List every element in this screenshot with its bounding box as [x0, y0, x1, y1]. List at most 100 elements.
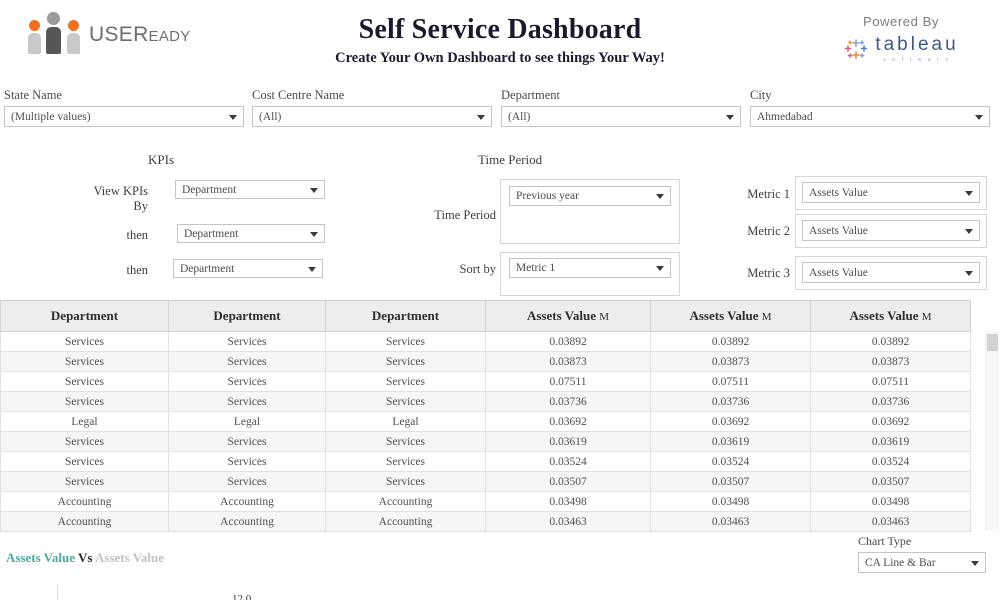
- tableau-software-label: s o f t w a r e: [883, 57, 951, 63]
- table-cell[interactable]: 0.03463: [485, 511, 651, 532]
- tableau-logo: tableau s o f t w a r e: [816, 34, 986, 63]
- table-cell[interactable]: 0.03498: [810, 491, 971, 512]
- table-row[interactable]: Services Services Services 0.03619 0.03619 0.…: [0, 431, 971, 452]
- table-cell[interactable]: 0.07511: [485, 371, 651, 392]
- table-cell[interactable]: Services: [325, 451, 486, 472]
- table-cell[interactable]: Services: [0, 391, 169, 412]
- table-cell[interactable]: Services: [168, 391, 326, 412]
- table-cell[interactable]: 0.03507: [485, 471, 651, 492]
- metric-2-select[interactable]: Assets Value: [802, 220, 980, 241]
- table-cell[interactable]: 0.03498: [485, 491, 651, 512]
- table-cell[interactable]: 0.03873: [485, 351, 651, 372]
- table-cell[interactable]: 0.03892: [485, 331, 651, 352]
- table-cell[interactable]: Accounting: [168, 491, 326, 512]
- table-header-cell[interactable]: Assets Value M: [650, 300, 811, 332]
- kpis-then-1-select[interactable]: Department: [177, 224, 325, 243]
- table-cell[interactable]: Services: [168, 351, 326, 372]
- table-cell[interactable]: 0.03619: [650, 431, 811, 452]
- table-row[interactable]: Accounting Accounting Accounting 0.03463 0.0…: [0, 511, 971, 532]
- table-cell[interactable]: Services: [325, 351, 486, 372]
- table-cell[interactable]: 0.03524: [810, 451, 971, 472]
- metric-3-select[interactable]: Assets Value: [802, 262, 980, 283]
- table-header-cell[interactable]: Assets Value M: [485, 300, 651, 332]
- table-cell[interactable]: Services: [325, 471, 486, 492]
- table-cell[interactable]: 0.03524: [650, 451, 811, 472]
- table-cell[interactable]: Services: [0, 471, 169, 492]
- table-cell[interactable]: Services: [0, 371, 169, 392]
- table-header-cell[interactable]: Assets Value M: [810, 300, 971, 332]
- table-cell[interactable]: Services: [325, 331, 486, 352]
- chart-metric-right: Assets Value: [95, 550, 165, 565]
- filter-city-select[interactable]: Ahmedabad: [750, 106, 990, 127]
- table-cell[interactable]: 0.03507: [650, 471, 811, 492]
- table-cell[interactable]: Accounting: [0, 511, 169, 532]
- table-cell[interactable]: 0.03619: [810, 431, 971, 452]
- kpis-then-2-select[interactable]: Department: [173, 259, 323, 278]
- table-header-cell[interactable]: Department: [168, 300, 326, 332]
- filter-cost-centre-name-select[interactable]: (All): [252, 106, 492, 127]
- table-cell[interactable]: Services: [0, 351, 169, 372]
- table-cell[interactable]: Services: [168, 371, 326, 392]
- table-cell[interactable]: 0.03736: [485, 391, 651, 412]
- time-period-section-title: Time Period: [478, 152, 543, 167]
- table-cell[interactable]: 0.07511: [650, 371, 811, 392]
- table-cell[interactable]: Accounting: [168, 511, 326, 532]
- table-cell[interactable]: Services: [325, 371, 486, 392]
- table-cell[interactable]: Legal: [0, 411, 169, 432]
- table-cell[interactable]: Services: [0, 331, 169, 352]
- table-cell[interactable]: Accounting: [0, 491, 169, 512]
- table-cell[interactable]: 0.07511: [810, 371, 971, 392]
- chevron-down-icon: [726, 114, 734, 120]
- table-row[interactable]: Services Services Services 0.03507 0.03507 0.…: [0, 471, 971, 492]
- filter-state-name-select[interactable]: (Multiple values): [4, 106, 244, 127]
- table-cell[interactable]: 0.03619: [485, 431, 651, 452]
- table-cell[interactable]: 0.03892: [650, 331, 811, 352]
- view-kpis-by-select[interactable]: Department: [175, 180, 325, 199]
- table-cell[interactable]: 0.03736: [650, 391, 811, 412]
- table-row[interactable]: Services Services Services 0.03736 0.03736 0.…: [0, 391, 971, 412]
- chart-axis-line: [57, 585, 58, 600]
- table-cell[interactable]: 0.03692: [650, 411, 811, 432]
- table-cell[interactable]: 0.03507: [810, 471, 971, 492]
- table-cell[interactable]: Services: [0, 431, 169, 452]
- table-cell[interactable]: 0.03873: [650, 351, 811, 372]
- table-cell[interactable]: Services: [168, 331, 326, 352]
- table-cell[interactable]: Services: [325, 431, 486, 452]
- chart-metric-left: Assets Value: [6, 550, 75, 565]
- metric-2-value: Assets Value: [809, 224, 868, 237]
- table-scrollbar[interactable]: [985, 332, 998, 531]
- table-header-cell[interactable]: Department: [325, 300, 486, 332]
- table-row[interactable]: Services Services Services 0.03524 0.03524 0.…: [0, 451, 971, 472]
- filter-department-select[interactable]: (All): [501, 106, 741, 127]
- table-cell[interactable]: Legal: [325, 411, 486, 432]
- table-row[interactable]: Services Services Services 0.03892 0.03892 0.…: [0, 331, 971, 352]
- table-header-cell[interactable]: Department: [0, 300, 169, 332]
- table-cell[interactable]: Services: [325, 391, 486, 412]
- chevron-down-icon: [656, 194, 664, 199]
- time-period-select[interactable]: Previous year: [509, 186, 671, 206]
- table-cell[interactable]: Legal: [168, 411, 326, 432]
- table-cell[interactable]: Services: [0, 451, 169, 472]
- sort-by-select[interactable]: Metric 1: [509, 258, 671, 278]
- table-cell[interactable]: 0.03692: [485, 411, 651, 432]
- table-cell[interactable]: Accounting: [325, 491, 486, 512]
- table-cell[interactable]: 0.03498: [650, 491, 811, 512]
- table-cell[interactable]: 0.03463: [650, 511, 811, 532]
- metric-1-select[interactable]: Assets Value: [802, 182, 980, 203]
- table-row[interactable]: Accounting Accounting Accounting 0.03498 0.0…: [0, 491, 971, 512]
- table-row[interactable]: Services Services Services 0.03873 0.03873 0.…: [0, 351, 971, 372]
- table-cell[interactable]: Services: [168, 471, 326, 492]
- table-cell[interactable]: 0.03892: [810, 331, 971, 352]
- table-cell[interactable]: Accounting: [325, 511, 486, 532]
- table-cell[interactable]: 0.03873: [810, 351, 971, 372]
- table-cell[interactable]: Services: [168, 431, 326, 452]
- table-row[interactable]: Legal Legal Legal 0.03692 0.03692 0.03692: [0, 411, 971, 432]
- table-cell[interactable]: 0.03524: [485, 451, 651, 472]
- table-cell[interactable]: 0.03692: [810, 411, 971, 432]
- table-cell[interactable]: 0.03736: [810, 391, 971, 412]
- table-row[interactable]: Services Services Services 0.07511 0.07511 0.…: [0, 371, 971, 392]
- table-cell[interactable]: Services: [168, 451, 326, 472]
- chart-type-select[interactable]: CA Line & Bar: [858, 552, 986, 573]
- table-cell[interactable]: 0.03463: [810, 511, 971, 532]
- table-scrollbar-thumb[interactable]: [987, 334, 998, 351]
